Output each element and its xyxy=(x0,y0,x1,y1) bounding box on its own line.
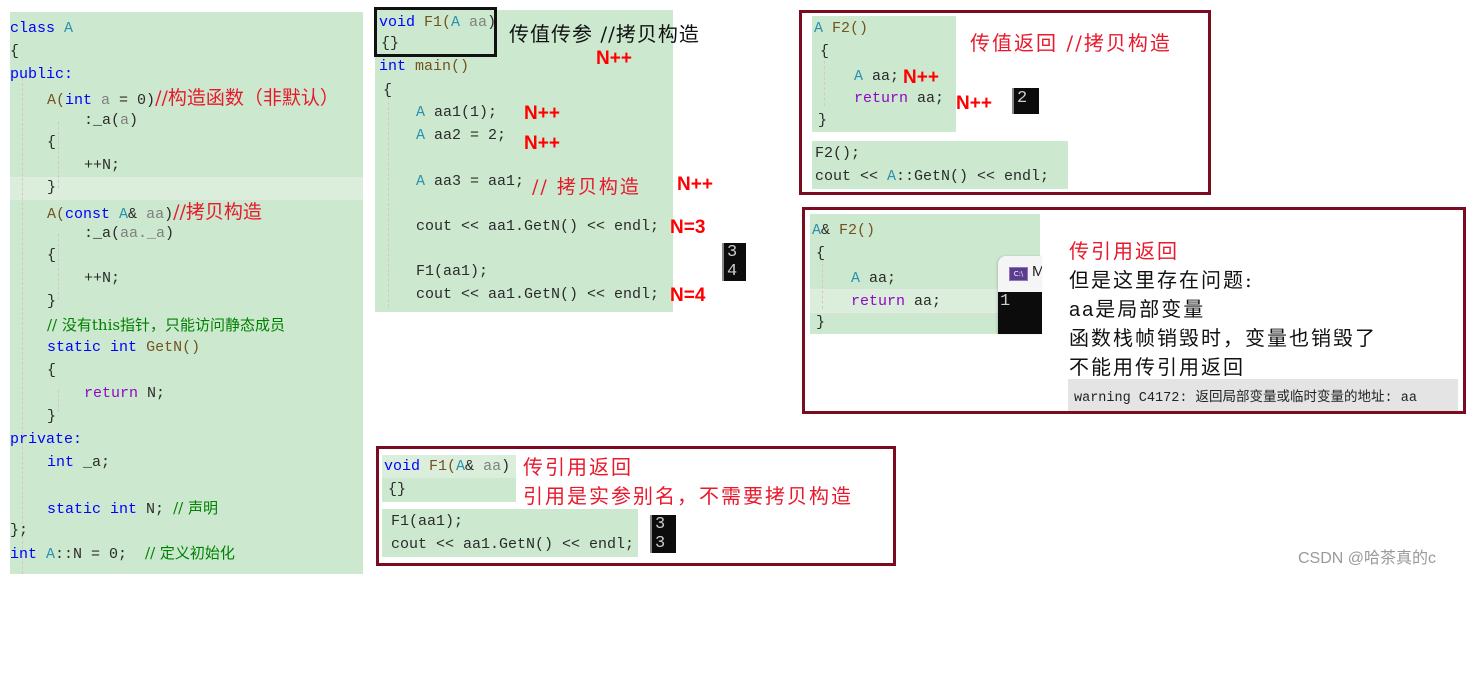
class-a-code-panel: class A { public: A(int a = 0)//构造函数（非默认… xyxy=(10,12,363,574)
code-line: cout << aa1.GetN() << endl; xyxy=(416,286,660,303)
indent-guide xyxy=(58,390,59,412)
pass-by-value-title: 传值传参 //拷贝构造 xyxy=(509,22,700,46)
code-line: class A xyxy=(10,20,74,37)
console-window: C:\ M 1 xyxy=(998,256,1042,334)
n-value-mark: N=4 xyxy=(670,285,706,306)
indent-guide xyxy=(58,234,59,300)
code-line: } xyxy=(818,112,828,129)
code-line: { xyxy=(47,134,57,151)
code-line: } xyxy=(47,179,57,196)
return-by-value-title: 传值返回 //拷贝构造 xyxy=(970,31,1172,55)
code-line: void F1(A& aa) xyxy=(384,458,511,475)
console-output: 3 3 xyxy=(650,515,676,553)
code-comment: // 没有this指针，只能访问静态成员 xyxy=(47,316,286,334)
code-line: :_a(a) xyxy=(84,112,139,129)
code-line: return aa; xyxy=(851,293,942,310)
code-line: int _a; xyxy=(47,454,111,471)
code-line: ++N; xyxy=(84,270,121,287)
pass-by-ref-title: 传引用返回 xyxy=(523,455,633,479)
constructor-note: //构造函数（非默认） xyxy=(155,87,339,109)
code-line: private: xyxy=(10,431,83,448)
code-line: { xyxy=(47,247,57,264)
code-line: return N; xyxy=(84,385,166,402)
code-line: { xyxy=(820,43,830,60)
return-by-ref-title: 传引用返回 xyxy=(1069,239,1179,263)
copy-constructor-note: //拷贝构造 xyxy=(173,201,262,223)
code-line: }; xyxy=(10,522,29,539)
n-increment-mark: N++ xyxy=(903,67,939,88)
indent-guide xyxy=(58,122,59,188)
code-line: return aa; xyxy=(854,90,945,107)
pass-by-ref-sig-panel: void F1(A& aa) {} xyxy=(382,455,516,502)
return-by-value-call-panel: F2(); cout << A::GetN() << endl; xyxy=(812,141,1068,189)
copy-construct-comment: // 拷贝构造 xyxy=(532,176,641,198)
code-line: ++N; xyxy=(84,157,121,174)
code-line: :_a(aa._a) xyxy=(84,225,175,242)
console-window-title: M xyxy=(1032,263,1042,280)
code-line: F2(); xyxy=(815,145,861,162)
code-line: { xyxy=(10,43,20,60)
code-line: A(int a = 0)//构造函数（非默认） xyxy=(47,87,339,109)
code-line: { xyxy=(383,82,393,99)
console-output: 2 xyxy=(1012,88,1039,114)
code-line: { xyxy=(816,245,826,262)
code-line: A F2() xyxy=(814,20,869,37)
indent-guide xyxy=(822,259,823,309)
code-line: int main() xyxy=(379,58,470,75)
stack-frame-note: 函数栈帧销毁时，变量也销毁了 xyxy=(1069,326,1377,350)
code-line: static int GetN() xyxy=(47,339,201,356)
code-line: static int N; // 声明 xyxy=(47,499,218,518)
code-line: cout << A::GetN() << endl; xyxy=(815,168,1050,185)
cannot-return-ref-note: 不能用传引用返回 xyxy=(1069,355,1245,379)
indent-guide xyxy=(824,61,825,106)
code-line: } xyxy=(47,293,57,310)
code-line: F1(aa1); xyxy=(391,513,464,530)
n-value-mark: N=3 xyxy=(670,217,706,238)
code-line: {} xyxy=(388,481,407,498)
n-increment-mark: N++ xyxy=(677,174,713,195)
code-line: A aa; xyxy=(854,68,900,85)
compiler-warning: warning C4172: 返回局部变量或临时变量的地址: aa xyxy=(1068,379,1458,411)
code-line: A aa; xyxy=(851,270,897,287)
n-increment-mark: N++ xyxy=(956,93,992,114)
code-line: } xyxy=(47,408,57,425)
code-line: A& F2() xyxy=(812,222,876,239)
local-variable-note: aa是局部变量 xyxy=(1069,297,1206,321)
code-line: A(const A& aa)//拷贝构造 xyxy=(47,201,262,223)
indent-guide xyxy=(22,78,23,574)
current-line-highlight xyxy=(10,177,363,200)
problem-note: 但是这里存在问题: xyxy=(1069,268,1254,292)
code-line: { xyxy=(47,362,57,379)
n-increment-mark: N++ xyxy=(596,48,632,69)
code-line: cout << aa1.GetN() << endl; xyxy=(416,218,660,235)
code-line: int A::N = 0; // 定义初始化 xyxy=(10,544,235,563)
code-line: A aa1(1); xyxy=(416,104,498,121)
watermark: CSDN @哈茶真的c xyxy=(1298,550,1437,567)
n-increment-mark: N++ xyxy=(524,103,560,124)
n-increment-mark: N++ xyxy=(524,133,560,154)
f1-highlight-box xyxy=(374,7,497,57)
pass-by-ref-call-panel: F1(aa1); cout << aa1.GetN() << endl; xyxy=(382,509,638,557)
code-line: } xyxy=(816,314,826,331)
console-body: 1 xyxy=(998,292,1042,334)
indent-guide xyxy=(388,92,389,307)
code-line: A aa3 = aa1; xyxy=(416,173,525,190)
alias-note: 引用是实参别名，不需要拷贝构造 xyxy=(523,484,853,508)
console-output: 3 4 xyxy=(722,243,746,281)
console-app-icon: C:\ xyxy=(1009,267,1028,281)
code-line: F1(aa1); xyxy=(416,263,489,280)
code-line: public: xyxy=(10,66,74,83)
code-line: cout << aa1.GetN() << endl; xyxy=(391,536,635,553)
code-line: A aa2 = 2; xyxy=(416,127,507,144)
